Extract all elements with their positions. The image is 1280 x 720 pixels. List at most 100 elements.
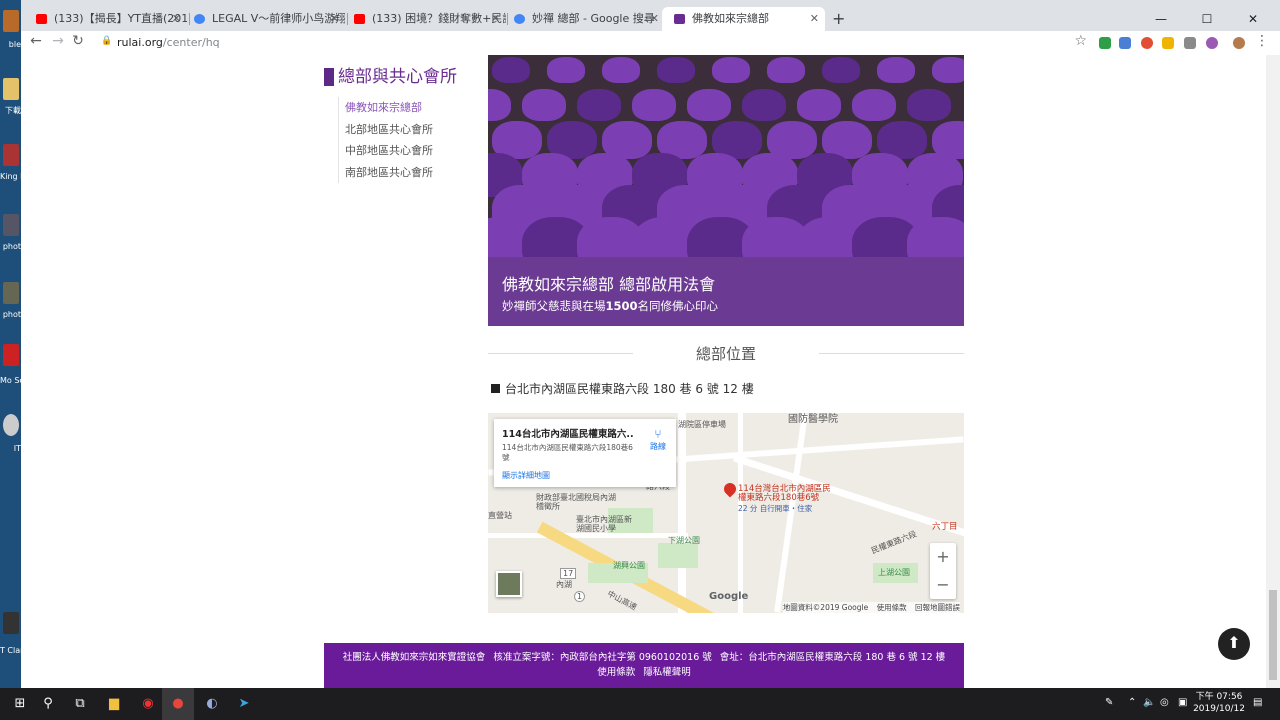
satellite-toggle[interactable] <box>496 571 522 597</box>
sidebar-item-south[interactable]: 南部地區共心會所 <box>339 162 478 184</box>
photo-figure <box>797 89 841 121</box>
terms-link[interactable]: 使用條款 <box>597 667 635 678</box>
pen-icon[interactable]: ✎ <box>1105 697 1113 708</box>
google-map[interactable]: 國防醫學院 湖院區停車場 路六段 財政部臺北國稅局內湖稽徵所 臺北市內湖區新湖國… <box>488 413 964 613</box>
desktop-icon[interactable] <box>3 344 19 366</box>
map-label: 中山高速 <box>605 589 639 612</box>
map-pin-icon[interactable] <box>721 480 739 498</box>
file-explorer-icon[interactable]: ▆ <box>106 696 122 712</box>
volume-icon[interactable]: 🔈 <box>1143 697 1155 708</box>
sidebar-item-central[interactable]: 中部地區共心會所 <box>339 140 478 162</box>
tab-title: (133) 困境？錢財奪數+民訊 <box>372 12 506 25</box>
close-icon[interactable]: ✕ <box>650 7 659 31</box>
photo-figure <box>488 89 511 121</box>
app-icon[interactable]: ◉ <box>140 696 156 712</box>
close-icon[interactable]: ✕ <box>172 7 181 31</box>
close-window-button[interactable]: ✕ <box>1230 7 1276 31</box>
extension-icon[interactable] <box>1141 37 1153 49</box>
new-tab-button[interactable]: + <box>832 7 845 31</box>
close-icon[interactable]: ✕ <box>330 7 339 31</box>
maximize-button[interactable]: ☐ <box>1184 7 1230 31</box>
photo-figure <box>907 89 951 121</box>
menu-dots-icon[interactable]: ⋮ <box>1253 33 1271 49</box>
windows-taskbar: ⊞ ⚲ ⧉ ▆ ◉ ● ◐ ➤ ✎ ⌃ 🔈 ◎ ▣ 下午 07:56 2019/… <box>0 688 1280 720</box>
zoom-out-button[interactable]: − <box>930 571 956 599</box>
network-icon[interactable]: ◎ <box>1160 697 1169 708</box>
extension-icon[interactable] <box>1162 37 1174 49</box>
reload-icon[interactable]: ↻ <box>69 33 87 49</box>
view-larger-map-link[interactable]: 顯示詳細地圖 <box>502 470 550 481</box>
forward-icon[interactable]: → <box>49 33 67 49</box>
desktop-icon[interactable] <box>3 282 19 304</box>
translate-extension-icon[interactable] <box>1119 37 1131 49</box>
browser-toolbar: ← → ↻ 🔒 rulai.org/center/hq ☆ ⋮ <box>21 31 1280 55</box>
google-icon <box>514 14 525 24</box>
map-road <box>488 533 688 538</box>
desktop-label: King Rush <box>0 172 21 181</box>
address-bar[interactable]: 🔒 rulai.org/center/hq ☆ <box>91 32 1093 54</box>
map-label: 下湖公園 <box>668 536 700 545</box>
scrollbar-thumb[interactable] <box>1269 590 1277 680</box>
report-map-error-link[interactable]: 回報地圖錯誤 <box>915 603 960 612</box>
tab-title: 妙禪 總部 - Google 搜尋 <box>532 12 655 25</box>
divider <box>819 353 964 354</box>
action-center-icon[interactable]: ▤ <box>1253 697 1262 708</box>
download-extension-icon[interactable] <box>1184 37 1196 49</box>
tab-title: (133)【揭長】YT直播(20190920 <box>54 12 187 25</box>
map-label: 臺北市內湖區新湖國民小學 <box>576 515 632 533</box>
privacy-link[interactable]: 隱私權聲明 <box>643 667 691 678</box>
pin-sublabel: 22 分 自行開車・住家 <box>738 504 813 513</box>
extension-icon[interactable] <box>1206 37 1218 49</box>
desktop-icon[interactable] <box>3 144 19 166</box>
desktop-label: phot <box>2 310 21 319</box>
desktop-icon[interactable] <box>3 612 19 634</box>
map-info-card: 114台北市內湖區民權東路六... 114台北市內湖區民權東路六段180巷6號 … <box>494 419 676 487</box>
desktop-icon[interactable] <box>3 10 19 32</box>
map-label: 上湖公園 <box>878 568 910 577</box>
telegram-icon[interactable]: ➤ <box>236 696 252 712</box>
notification-icon[interactable]: ▣ <box>1178 697 1187 708</box>
zoom-in-button[interactable]: + <box>930 543 956 571</box>
bookmark-star-icon[interactable]: ☆ <box>1074 33 1087 49</box>
desktop-icon[interactable] <box>3 414 19 436</box>
task-view-icon[interactable]: ⧉ <box>72 696 88 712</box>
map-label: 湖興公園 <box>613 561 645 570</box>
browser-tab[interactable]: 妙禪 總部 - Google 搜尋 ✕ <box>502 7 665 31</box>
back-to-top-button[interactable]: ⬆ <box>1218 628 1250 660</box>
map-terms-link[interactable]: 使用條款 <box>877 603 907 612</box>
footer-org: 社團法人佛教如來宗如來實證協會 <box>342 652 486 663</box>
desktop-label: phot <box>2 242 21 251</box>
sidebar-item-north[interactable]: 北部地區共心會所 <box>339 119 478 141</box>
minimize-button[interactable]: — <box>1138 7 1184 31</box>
web-page: 總部與共心會所 佛教如來宗總部 北部地區共心會所 中部地區共心會所 南部地區共心… <box>21 55 1266 688</box>
photo-figure <box>712 57 750 83</box>
browser-tab[interactable]: (133)【揭長】YT直播(20190920 ✕ <box>24 7 187 31</box>
folder-icon[interactable] <box>3 78 19 100</box>
profile-avatar[interactable] <box>1233 37 1245 49</box>
browser-tab-active[interactable]: 佛教如來宗總部 ✕ <box>662 7 825 31</box>
photo-figure <box>657 57 695 83</box>
desktop-label: IT <box>13 444 21 453</box>
close-icon[interactable]: ✕ <box>491 7 500 31</box>
chrome-icon[interactable]: ● <box>162 688 194 720</box>
page-scrollbar[interactable] <box>1266 55 1280 688</box>
browser-tab[interactable]: LEGAL V～前律师小鸟游翔子～ ✕ <box>182 7 345 31</box>
lock-icon: 🔒 <box>101 36 113 46</box>
photo-figure <box>822 57 860 83</box>
info-address: 114台北市內湖區民權東路六段180巷6號 <box>502 443 633 462</box>
search-icon[interactable]: ⚲ <box>40 696 56 712</box>
windows-start-icon[interactable]: ⊞ <box>12 696 28 712</box>
footer-address: 會址：台北市內湖區民權東路六段 180 巷 6 號 12 樓 <box>719 652 946 663</box>
shield-extension-icon[interactable] <box>1099 37 1111 49</box>
tray-up-icon[interactable]: ⌃ <box>1128 697 1136 708</box>
close-icon[interactable]: ✕ <box>810 7 819 31</box>
directions-button[interactable]: ⑂ 路線 <box>644 427 672 452</box>
steam-icon[interactable]: ◐ <box>204 696 220 712</box>
desktop-icon[interactable] <box>3 214 19 236</box>
back-icon[interactable]: ← <box>27 33 45 49</box>
map-label: 民權東路六段 <box>870 529 918 556</box>
browser-tab[interactable]: (133) 困境？錢財奪數+民訊 ✕ <box>342 7 506 31</box>
sidebar-item-hq[interactable]: 佛教如來宗總部 <box>339 97 478 119</box>
taskbar-clock[interactable]: 下午 07:56 2019/10/12 <box>1192 691 1246 715</box>
photo-figure <box>602 57 640 83</box>
